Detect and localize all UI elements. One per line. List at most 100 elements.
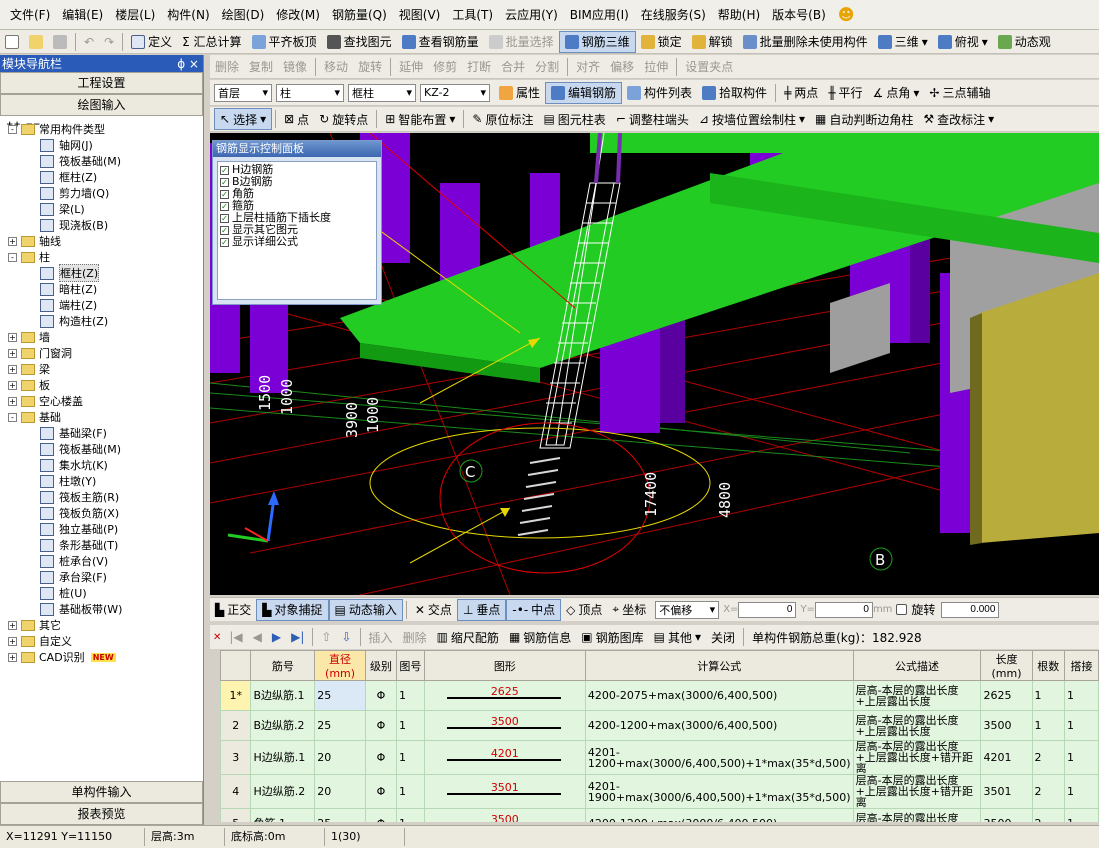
offset-mode-select[interactable]: 不偏移 ▾ <box>655 600 720 619</box>
menu-item-1[interactable]: 编辑(E) <box>56 6 109 23</box>
cell-dia[interactable]: 25 <box>314 710 366 741</box>
expand-icon[interactable]: + <box>8 396 17 406</box>
open-file-button[interactable] <box>24 31 48 53</box>
perpendicular-snap[interactable]: ⊥ 垂点 <box>456 598 507 621</box>
select-button[interactable]: ↖ 选择 ▾ <box>214 108 273 130</box>
cell-dia[interactable]: 20 <box>314 740 366 775</box>
tree-item[interactable]: 框柱(Z) <box>0 169 203 185</box>
expand-icon[interactable]: + <box>8 620 17 630</box>
tree-item[interactable]: 暗柱(Z) <box>0 281 203 297</box>
cell-desc[interactable]: 层高-本层的露出长度+上层露出长度+错开距离 <box>852 740 982 775</box>
cell-len[interactable]: 3500 <box>980 808 1033 822</box>
split-button[interactable]: 分割 <box>530 56 564 78</box>
cell-rn[interactable]: 5 <box>220 808 252 822</box>
tree-item[interactable]: 独立基础(P) <box>0 521 203 537</box>
menu-item-7[interactable]: 视图(V) <box>393 6 447 23</box>
new-file-button[interactable] <box>0 31 24 53</box>
cell-name[interactable]: H边纵筋.2 <box>250 774 316 809</box>
column-header[interactable]: 根数 <box>1031 650 1065 681</box>
save-button[interactable] <box>48 31 72 53</box>
expand-icon[interactable]: + <box>8 652 17 662</box>
cell-formula[interactable]: 4200-1200+max(3000/6,400,500) <box>584 710 854 741</box>
other-dropdown[interactable]: ▤ 其他 ▾ <box>649 626 706 648</box>
cell-count[interactable]: 2 <box>1031 740 1065 775</box>
column-header[interactable]: 图形 <box>423 650 586 681</box>
two-points-button[interactable]: ╪ 两点 <box>779 82 823 104</box>
extend-button[interactable]: 延伸 <box>394 56 428 78</box>
scale-rebar-button[interactable]: ▥ 缩尺配筋 <box>432 626 504 648</box>
tree-item[interactable]: + 梁 <box>0 361 203 377</box>
table-row[interactable]: 3 H边纵筋.1 20 Φ 1 4201 4201-1200+max(3000/6,400,… <box>220 740 1099 775</box>
component-list-button[interactable]: 构件列表 <box>622 82 697 104</box>
last-row-button[interactable]: ▶| <box>286 626 309 648</box>
original-label-button[interactable]: ✎ 原位标注 <box>467 108 538 130</box>
tree-item[interactable]: 端柱(Z) <box>0 297 203 313</box>
move-button[interactable]: 移动 <box>319 56 353 78</box>
offset-button[interactable]: 偏移 <box>605 56 639 78</box>
cell-shape[interactable]: 4201 <box>423 740 586 775</box>
tree-item[interactable]: + 空心楼盖 <box>0 393 203 409</box>
menu-item-4[interactable]: 绘图(D) <box>216 6 271 23</box>
tree-item[interactable]: 现浇板(B) <box>0 217 203 233</box>
cell-len[interactable]: 3500 <box>980 710 1033 741</box>
point-angle-button[interactable]: ∡ 点角 ▾ <box>868 82 925 104</box>
cell-desc[interactable]: 层高-本层的露出长度+上层露出长度 <box>852 680 982 711</box>
column-header[interactable]: 级别 <box>364 650 398 681</box>
column-header[interactable]: 直径(mm) <box>314 650 366 681</box>
coordinate-snap[interactable]: ⌖ 坐标 <box>607 599 651 621</box>
cell-lap[interactable]: 1 <box>1063 710 1099 741</box>
cell-desc[interactable]: 层高-本层的露出长度+上层露出长度 <box>852 808 982 822</box>
align-button[interactable]: 对齐 <box>571 56 605 78</box>
cell-rn[interactable]: 2 <box>220 710 252 741</box>
cell-count[interactable]: 2 <box>1031 808 1065 822</box>
cell-name[interactable]: 角筋.1 <box>250 808 316 822</box>
menu-item-8[interactable]: 工具(T) <box>446 6 499 23</box>
tree-item[interactable]: + 轴线 <box>0 233 203 249</box>
cell-lap[interactable]: 1 <box>1063 774 1099 809</box>
trim-button[interactable]: 修剪 <box>428 56 462 78</box>
rebar-option[interactable]: ✓ 显示详细公式 <box>220 236 374 248</box>
close-panel-icon[interactable]: ✕ <box>210 632 224 643</box>
cell-fig[interactable]: 1 <box>396 808 425 822</box>
table-row[interactable]: 5角筋.125Φ135004200-1200+max(3000/6,400,50… <box>220 808 1099 822</box>
tree-item[interactable]: 剪力墙(Q) <box>0 185 203 201</box>
expand-icon[interactable]: + <box>8 380 17 390</box>
tree-item[interactable]: + CAD识别 NEW <box>0 649 203 665</box>
cell-len[interactable]: 4201 <box>980 740 1033 775</box>
tree-item[interactable]: + 墙 <box>0 329 203 345</box>
tree-item[interactable]: 筏板基础(M) <box>0 153 203 169</box>
cell-fig[interactable]: 1 <box>396 774 425 809</box>
rebar-info-button[interactable]: ▦ 钢筋信息 <box>504 626 576 648</box>
tree-item[interactable]: 桩(U) <box>0 585 203 601</box>
cell-grade[interactable]: Φ <box>364 808 398 822</box>
tree-item[interactable]: 筏板主筋(R) <box>0 489 203 505</box>
rotate-angle-input[interactable] <box>941 601 1000 618</box>
category-select[interactable]: 柱 ▾ <box>276 83 344 102</box>
draw-by-wall-button[interactable]: ⊿ 按墙位置绘制柱 ▾ <box>694 108 810 130</box>
project-settings-button[interactable]: 工程设置 <box>0 72 203 94</box>
three-point-axis-button[interactable]: ✢ 三点辅轴 <box>924 82 995 104</box>
column-header[interactable]: 图号 <box>396 650 425 681</box>
batch-delete-button[interactable]: 批量删除未使用构件 <box>738 31 873 53</box>
cell-grade[interactable]: Φ <box>364 680 398 711</box>
expand-icon[interactable]: + <box>8 332 17 342</box>
delete-row-button[interactable]: 删除 <box>398 626 432 648</box>
tree-item[interactable]: - 基础 <box>0 409 203 425</box>
edit-rebar-button[interactable]: 编辑钢筋 <box>545 81 623 104</box>
move-up-button[interactable]: ⇧ <box>316 626 336 648</box>
tree-item[interactable]: - 常用构件类型 <box>0 121 203 137</box>
collapse-icon[interactable]: - <box>8 412 17 422</box>
expand-icon[interactable]: + <box>8 348 17 358</box>
adjust-column-end-button[interactable]: ⌐ 调整柱端头 <box>611 108 694 130</box>
table-row[interactable]: 2 B边纵筋.2 25 Φ 1 3500 4200-1200+max(3000/6,400,… <box>220 710 1099 741</box>
smart-layout-button[interactable]: ⊞ 智能布置 ▾ <box>380 108 460 130</box>
intersection-snap[interactable]: ✕ 交点 <box>410 599 457 621</box>
column-header[interactable]: 筋号 <box>250 650 316 681</box>
cell-desc[interactable]: 层高-本层的露出长度+上层露出长度+错开距离 <box>852 774 982 809</box>
move-down-button[interactable]: ⇩ <box>336 626 356 648</box>
cell-lap[interactable]: 1 <box>1063 808 1099 822</box>
cell-formula[interactable]: 4200-2075+max(3000/6,400,500) <box>584 680 854 711</box>
cell-fig[interactable]: 1 <box>396 680 425 711</box>
component-name-select[interactable]: KZ-2 ▾ <box>420 83 490 102</box>
tree-item[interactable]: 集水坑(K) <box>0 457 203 473</box>
